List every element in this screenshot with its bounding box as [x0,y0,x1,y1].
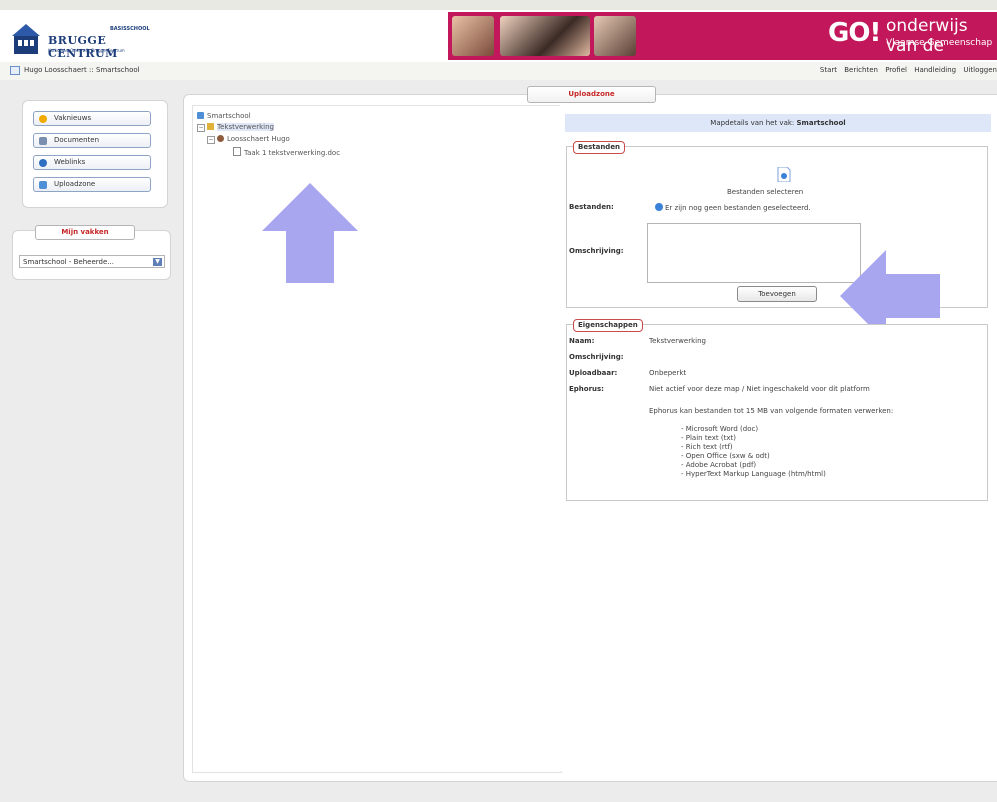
sidebar-menu: Vaknieuws Documenten Weblinks Uploadzone [22,100,168,208]
format-item: - Plain text (txt) [681,434,736,442]
format-item: - HyperText Markup Language (htm/html) [681,470,826,478]
map-details-vak: Smartschool [796,119,846,127]
sidebar-item-weblinks[interactable]: Weblinks [33,155,151,170]
nav-start[interactable]: Start [820,66,837,74]
banner-photo [500,16,590,56]
sidebar-item-documenten[interactable]: Documenten [33,133,151,148]
name-value: Tekstverwerking [649,337,706,345]
tree-user-label: Loosschaert Hugo [227,135,290,143]
document-icon [233,147,241,156]
format-item: - Open Office (sxw & odt) [681,452,770,460]
eigenschappen-legend: Eigenschappen [573,319,643,332]
name-label: Naam: [569,337,595,345]
tree-folder-label: Tekstverwerking [217,123,274,131]
add-button[interactable]: Toevoegen [737,286,817,302]
map-details-prefix: Mapdetails van het vak: [710,119,795,127]
logo-subtext: Katholieke Onderwijs Brugge-Centrum [48,48,125,53]
my-courses-box: Mijn vakken Smartschool - Beheerde... ▼ [12,225,171,280]
ephorus-value: Niet actief voor deze map / Niet ingesch… [649,385,870,393]
description-label: Omschrijving: [569,247,624,255]
window-icon [10,66,20,75]
files-status-text: Er zijn nog geen bestanden geselecteerd. [665,204,811,212]
top-band [0,0,997,10]
banner-photo [594,16,636,56]
toolbar: Hugo Loosschaert :: Smartschool Start Be… [0,62,997,81]
tree-user[interactable]: − Loosschaert Hugo [207,135,290,144]
map-details-header: Mapdetails van het vak: Smartschool [565,114,991,132]
files-label: Bestanden: [569,203,614,211]
tree-file-label: Taak 1 tekstverwerking.doc [244,149,341,157]
globe-icon [39,159,47,167]
nav-uitloggen[interactable]: Uitloggen [963,66,997,74]
logo-text: BRUGGE CENTRUM [48,34,118,60]
sidebar-item-label: Documenten [54,136,100,144]
select-files-label[interactable]: Bestanden selecteren [727,188,803,196]
format-item: - Rich text (rtf) [681,443,733,451]
file-upload-icon[interactable] [777,167,791,182]
omschrijving-label: Omschrijving: [569,353,624,361]
tree-root-label: Smartschool [207,112,251,120]
folder-icon [207,123,214,130]
documents-icon [39,137,47,145]
files-status: Er zijn nog geen bestanden geselecteerd. [655,203,811,212]
nav-berichten[interactable]: Berichten [844,66,878,74]
my-courses-title: Mijn vakken [35,225,135,240]
bestanden-legend: Bestanden [573,141,626,154]
eigenschappen-fieldset: Eigenschappen Naam: Tekstverwerking Omsc… [566,319,988,501]
format-item: - Adobe Acrobat (pdf) [681,461,757,469]
user-icon [217,135,224,142]
sidebar-item-vaknieuws[interactable]: Vaknieuws [33,111,151,126]
sidebar-item-label: Uploadzone [54,180,96,188]
tree-file[interactable]: Taak 1 tekstverwerking.doc [233,147,340,157]
go-logo: GO! [828,18,881,48]
uploadbaar-label: Uploadbaar: [569,369,618,377]
sidebar-item-label: Weblinks [54,158,86,166]
course-select-value: Smartschool - Beheerde... [23,258,114,266]
course-select[interactable]: Smartschool - Beheerde... ▼ [19,255,165,268]
header-banner: GO! onderwijs van de Vlaamse Gemeenschap [448,12,997,60]
format-item: - Microsoft Word (doc) [681,425,759,433]
upload-icon [39,181,47,189]
tree-folder[interactable]: − Tekstverwerking [197,123,274,132]
chevron-down-icon[interactable]: ▼ [153,258,162,266]
building-icon [12,24,40,54]
school-logo[interactable]: BASISSCHOOL BRUGGE CENTRUM Katholieke On… [10,20,170,60]
logo-top-text: BASISSCHOOL [110,26,150,32]
attach-icon [655,203,663,211]
sun-icon [39,115,47,123]
banner-photo [452,16,494,56]
ephorus-label: Ephorus: [569,385,604,393]
tree-root[interactable]: Smartschool [197,112,251,120]
top-nav: Start Berichten Profiel Handleiding Uitl… [815,66,997,74]
sidebar-item-uploadzone[interactable]: Uploadzone [33,177,151,192]
go-subtitle: Vlaamse Gemeenschap [886,38,993,48]
header: BASISSCHOOL BRUGGE CENTRUM Katholieke On… [0,10,997,63]
smartschool-icon [197,112,204,119]
collapse-icon[interactable]: − [207,136,215,144]
arrow-up-icon [262,183,358,283]
ephorus-note: Ephorus kan bestanden tot 15 MB van volg… [649,407,894,415]
collapse-icon[interactable]: − [197,124,205,132]
description-textarea[interactable] [647,223,861,283]
uploadbaar-value: Onbeperkt [649,369,687,377]
breadcrumb: Hugo Loosschaert :: Smartschool [24,66,140,74]
nav-handleiding[interactable]: Handleiding [914,66,956,74]
tab-uploadzone[interactable]: Uploadzone [527,86,656,103]
sidebar-item-label: Vaknieuws [54,114,92,122]
go-title: onderwijs van de [886,16,968,56]
folder-tree: Smartschool − Tekstverwerking − Loosschaer… [192,105,562,773]
nav-profiel[interactable]: Profiel [885,66,907,74]
